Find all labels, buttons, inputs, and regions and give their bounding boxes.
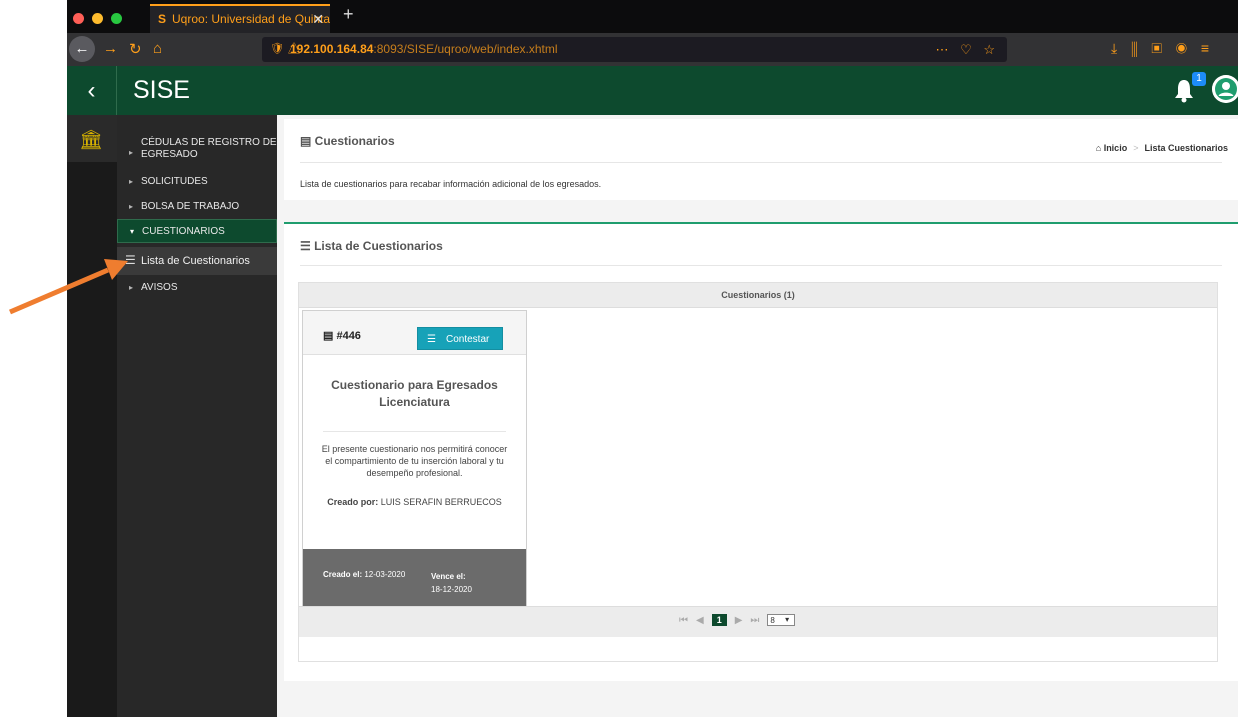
rows-per-page-value: 8: [770, 615, 775, 625]
card-id-text: #446: [336, 330, 361, 342]
sidebar-item-label: CÉDULAS DE REGISTRO DE EGRESADO: [141, 137, 277, 160]
toolbar-icons[interactable]: ⤓ ⫼ ▣ ◉ ≡: [1111, 40, 1209, 57]
questionnaire-card: ▤ #446 ☰ Contestar Cuestionario para Egr…: [302, 310, 527, 608]
close-tab-icon[interactable]: ✕: [312, 6, 324, 32]
created-value: 12-03-2020: [364, 570, 406, 579]
favicon-icon: S: [158, 12, 167, 26]
shield-icon: 🛡 ⚠: [270, 43, 301, 55]
sidebar-item-avisos[interactable]: ▸ AVISOS: [117, 282, 277, 296]
url-path: :8093/SISE/uqroo/web/index.xhtml: [373, 42, 558, 56]
author-label: Creado por:: [327, 497, 379, 507]
nav-bar: ← → ↻ ⌂ 🛡 ⚠ 192.100.164.84:8093/SISE/uqr…: [67, 33, 1238, 66]
breadcrumb-home[interactable]: Inicio: [1104, 143, 1128, 153]
list-title: ☰ Lista de Cuestionarios: [300, 239, 443, 253]
due-label: Vence el:: [431, 572, 466, 581]
breadcrumb-separator: >: [1133, 143, 1139, 153]
list-title-text: Lista de Cuestionarios: [314, 239, 443, 253]
new-tab-icon[interactable]: +: [343, 4, 354, 25]
prev-page-icon[interactable]: ◀: [696, 615, 704, 626]
page-description: Lista de cuestionarios para recabar info…: [300, 179, 602, 189]
card-title: Cuestionario para Egresados Licenciatura: [331, 378, 498, 409]
dataview-header: Cuestionarios (1): [299, 283, 1217, 308]
card-description: El presente cuestionario nos permitirá c…: [321, 444, 508, 478]
card-author: Creado por: LUIS SERAFIN BERRUECOS: [309, 497, 520, 507]
rows-per-page-select[interactable]: 8 ▾: [767, 614, 796, 626]
tab-title: Uqroo: Universidad de Quintan: [172, 12, 330, 26]
sidebar-item-label: BOLSA DE TRABAJO: [141, 201, 240, 212]
author-name: LUIS SERAFIN BERRUECOS: [380, 497, 502, 507]
paginator: ⏮ ◀ 1 ▶ ⏭ 8 ▾: [299, 606, 1217, 637]
due-date: Vence el: 18-12-2020: [431, 570, 472, 596]
list-icon: ☰: [427, 334, 436, 345]
home-icon: ⌂: [1095, 143, 1104, 153]
app-title: SISE: [133, 76, 190, 104]
page-title: ▤ Cuestionarios: [300, 134, 395, 148]
sidebar-item-label: AVISOS: [141, 282, 178, 293]
contestar-button[interactable]: ☰ Contestar: [417, 327, 503, 350]
next-page-icon[interactable]: ▶: [735, 615, 743, 626]
bell-icon[interactable]: [1174, 77, 1194, 103]
page-button[interactable]: 1: [711, 614, 727, 626]
sidebar-item-solicitudes[interactable]: ▸ SOLICITUDES: [117, 176, 277, 190]
sidebar-item-lista-cuestionarios[interactable]: ☰ Lista de Cuestionarios: [117, 247, 277, 275]
card-footer: Creado el: 12-03-2020 Vence el: 18-12-20…: [303, 549, 526, 607]
first-page-icon[interactable]: ⏮: [679, 615, 688, 626]
browser-tab[interactable]: S Uqroo: Universidad de Quintan ✕: [150, 4, 330, 33]
table-icon: ▤: [323, 330, 337, 342]
card-header: ▤ #446 ☰ Contestar: [303, 311, 526, 355]
due-value: 18-12-2020: [431, 585, 472, 594]
dataview: Cuestionarios (1) ▤ #446 ☰ Contestar Cue…: [298, 282, 1218, 662]
breadcrumb-current: Lista Cuestionarios: [1144, 143, 1228, 153]
tab-bar: S Uqroo: Universidad de Quintan ✕ +: [67, 0, 1238, 33]
sidebar-item-bolsa[interactable]: ▸ BOLSA DE TRABAJO: [117, 201, 277, 215]
card-id: ▤ #446: [323, 329, 361, 342]
annotation-arrow-icon: [9, 259, 128, 315]
main-content: ▤ Cuestionarios ⌂ Inicio > Lista Cuestiona…: [277, 115, 1238, 717]
contestar-button-label: Contestar: [446, 334, 490, 345]
url-bar[interactable]: 🛡 ⚠ 192.100.164.84:8093/SISE/uqroo/web/i…: [262, 37, 1007, 62]
sidebar-item-cedulas[interactable]: ▸ CÉDULAS DE REGISTRO DE EGRESADO: [117, 137, 277, 167]
divider: [300, 265, 1222, 266]
user-avatar-icon[interactable]: [1212, 75, 1238, 103]
paginator-controls: ⏮ ◀ 1 ▶ ⏭ 8 ▾: [679, 614, 803, 626]
last-page-icon[interactable]: ⏭: [750, 615, 759, 626]
browser-window: S Uqroo: Universidad de Quintan ✕ + ← → ↻…: [67, 0, 1238, 717]
divider: [323, 431, 506, 432]
sidebar-item-label: SOLICITUDES: [141, 176, 208, 187]
url-host: 192.100.164.84: [290, 42, 374, 56]
sidebar-item-label: CUESTIONARIOS: [142, 226, 225, 237]
table-icon: ▤: [300, 134, 315, 148]
home-icon[interactable]: ⌂: [153, 40, 162, 57]
created-date: Creado el: 12-03-2020: [323, 570, 405, 579]
page-title-text: Cuestionarios: [314, 134, 395, 148]
sidebar-item-label: Lista de Cuestionarios: [141, 255, 250, 267]
list-panel: ☰ Lista de Cuestionarios Cuestionarios (…: [284, 222, 1238, 681]
page-actions-icon[interactable]: ⋯ ♡ ☆: [935, 37, 999, 62]
sidebar-menu: ▸ CÉDULAS DE REGISTRO DE EGRESADO ▸ SOLI…: [117, 115, 277, 717]
list-icon: ☰: [300, 239, 315, 253]
created-label: Creado el:: [323, 570, 363, 579]
breadcrumb: ⌂ Inicio > Lista Cuestionarios: [1096, 143, 1228, 153]
divider: [300, 162, 1222, 163]
page-header-panel: ▤ Cuestionarios ⌂ Inicio > Lista Cuestiona…: [284, 119, 1238, 200]
screen: S Uqroo: Universidad de Quintan ✕ + ← → ↻…: [0, 0, 1238, 717]
sidebar-item-cuestionarios[interactable]: ▾ CUESTIONARIOS: [117, 219, 277, 243]
notification-badge: 1: [1192, 72, 1206, 86]
app-header: ‹ SISE 1: [67, 66, 1238, 115]
